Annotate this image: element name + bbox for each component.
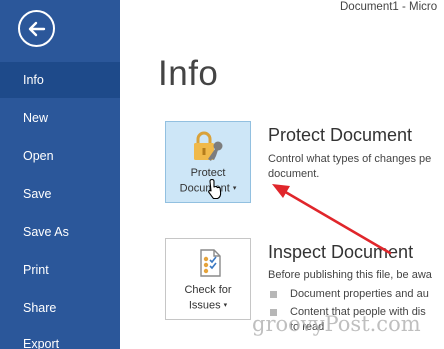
protect-document-description: Control what types of changes pe documen… xyxy=(268,153,432,180)
sidebar-item-print[interactable]: Print xyxy=(0,252,120,288)
window-title: Document1 - Micro xyxy=(340,1,438,13)
chevron-down-icon: ▾ xyxy=(223,301,228,309)
page-title: Info xyxy=(158,54,219,93)
check-for-issues-button[interactable]: Check for Issues ▾ xyxy=(165,238,251,320)
inspect-document-icon xyxy=(200,249,221,277)
sidebar-item-save[interactable]: Save xyxy=(0,176,120,212)
check-label-line2: Issues xyxy=(188,299,221,311)
sidebar-item-save-as[interactable]: Save As xyxy=(0,214,120,250)
protect-document-heading: Protect Document xyxy=(268,125,413,145)
back-arrow-icon xyxy=(28,21,46,37)
sidebar-item-share[interactable]: Share xyxy=(0,290,120,326)
inspect-document-description: Before publishing this file, be awa xyxy=(268,269,432,281)
back-button[interactable] xyxy=(18,10,55,47)
backstage-sidebar: Info New Open Save Save As Print Share E… xyxy=(0,0,120,349)
sidebar-item-info[interactable]: Info xyxy=(0,62,120,98)
watermark: groovyPost.com xyxy=(252,312,421,336)
check-for-issues-label: Check for Issues ▾ xyxy=(166,283,250,313)
hand-cursor-icon xyxy=(208,178,222,200)
sidebar-item-export[interactable]: Export xyxy=(0,326,120,349)
chevron-down-icon: ▾ xyxy=(232,184,237,192)
sidebar-item-new[interactable]: New xyxy=(0,100,120,136)
inspect-bullet: Document properties and au xyxy=(270,288,429,300)
bullet-icon xyxy=(270,290,277,298)
check-label-line1: Check for xyxy=(184,283,232,296)
lock-key-icon xyxy=(194,131,223,161)
inspect-bullet-text: Document properties and au xyxy=(290,288,429,301)
inspect-document-heading: Inspect Document xyxy=(268,242,414,262)
sidebar-item-open[interactable]: Open xyxy=(0,138,120,174)
